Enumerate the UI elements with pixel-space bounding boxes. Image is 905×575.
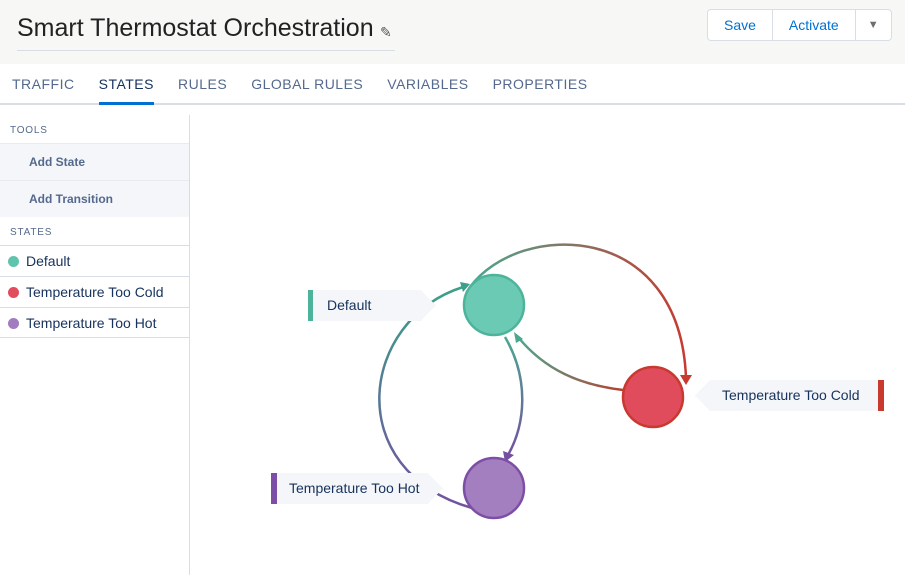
state-node-too-hot: [462, 456, 526, 520]
node-label-default[interactable]: Default: [308, 290, 436, 321]
state-diagram: [378, 243, 692, 520]
transition-cold-to-default: [517, 336, 624, 392]
label-text: Temperature Too Hot: [289, 480, 420, 496]
node-label-too-cold[interactable]: Temperature Too Cold: [695, 380, 884, 411]
transition-default-to-hot: [503, 336, 524, 456]
arrowhead-icon: [680, 375, 692, 385]
state-node-too-cold: [621, 365, 685, 429]
label-text: Temperature Too Cold: [722, 387, 860, 403]
state-node-default: [462, 273, 526, 337]
node-label-too-hot[interactable]: Temperature Too Hot: [271, 473, 443, 504]
label-text: Default: [327, 297, 372, 313]
